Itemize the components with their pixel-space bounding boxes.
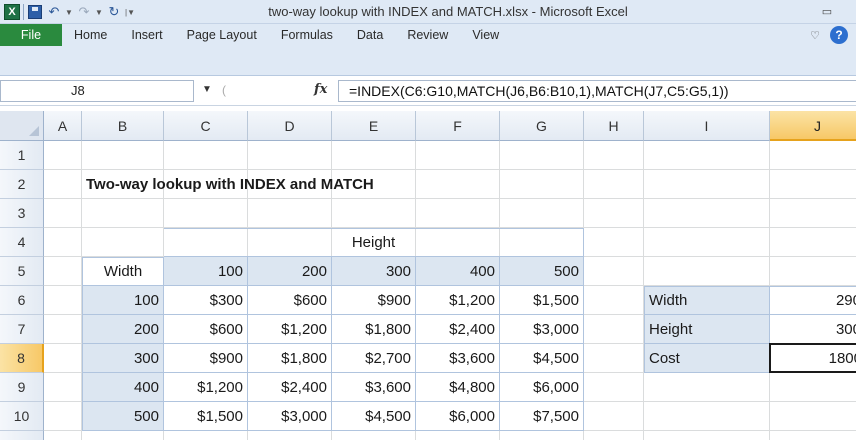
column-header-g[interactable]: G <box>500 111 584 141</box>
title-bar: X ↶ ▼ ↷ ▼ ↻ |▼ two-way lookup with INDEX… <box>0 0 856 24</box>
tab-review[interactable]: Review <box>395 24 460 46</box>
cost-cell[interactable]: $6,000 <box>500 373 584 402</box>
help-icon[interactable]: ? <box>830 26 848 44</box>
cost-cell[interactable]: $7,500 <box>500 402 584 431</box>
cost-cell[interactable]: $600 <box>248 286 332 315</box>
tab-view[interactable]: View <box>460 24 511 46</box>
cost-cell[interactable]: $3,000 <box>500 315 584 344</box>
column-header-e[interactable]: E <box>332 111 416 141</box>
tab-formulas[interactable]: Formulas <box>269 24 345 46</box>
width-value-cell[interactable]: 200 <box>82 315 164 344</box>
row-header-3[interactable]: 3 <box>0 199 44 228</box>
lookup-label-cell[interactable]: Width <box>644 286 770 315</box>
height-value-cell[interactable]: 200 <box>248 257 332 286</box>
cost-cell[interactable]: $2,400 <box>416 315 500 344</box>
column-header-j[interactable]: J <box>770 111 856 141</box>
name-box[interactable]: J8 <box>0 80 194 102</box>
width-value-cell[interactable]: 300 <box>82 344 164 373</box>
formula-bar: J8 ▼ ( fx =INDEX(C6:G10,MATCH(J6,B6:B10,… <box>0 76 856 106</box>
row-header-5[interactable]: 5 <box>0 257 44 286</box>
column-header-a[interactable]: A <box>44 111 82 141</box>
sheet-title: Two-way lookup with INDEX and MATCH <box>86 176 374 193</box>
ribbon-controls: ♡ ? <box>810 26 848 44</box>
cost-cell[interactable]: $1,200 <box>248 315 332 344</box>
height-value-cell[interactable]: 100 <box>164 257 248 286</box>
cost-cell[interactable]: $300 <box>164 286 248 315</box>
cost-cell[interactable]: $1,800 <box>248 344 332 373</box>
column-header-c[interactable]: C <box>164 111 248 141</box>
column-header-b[interactable]: B <box>82 111 164 141</box>
tab-page-layout[interactable]: Page Layout <box>175 24 269 46</box>
insert-function-icon[interactable]: fx <box>314 82 327 97</box>
select-all-button[interactable] <box>0 111 44 141</box>
height-value-cell[interactable]: 400 <box>416 257 500 286</box>
width-value-cell[interactable]: 400 <box>82 373 164 402</box>
formula-bar-expand-icon[interactable]: ( <box>222 82 238 98</box>
column-header-f[interactable]: F <box>416 111 500 141</box>
name-box-dropdown-icon[interactable]: ▼ <box>202 84 212 95</box>
cost-cell[interactable]: $4,500 <box>332 402 416 431</box>
cost-cell[interactable]: $3,600 <box>332 373 416 402</box>
cost-cell[interactable]: $6,000 <box>416 402 500 431</box>
column-header-h[interactable]: H <box>584 111 644 141</box>
height-value-cell[interactable]: 500 <box>500 257 584 286</box>
width-header[interactable]: Width <box>82 257 164 286</box>
cost-cell[interactable]: $1,500 <box>500 286 584 315</box>
ribbon-collapse-icon[interactable]: ♡ <box>810 29 820 42</box>
row-header-6[interactable]: 6 <box>0 286 44 315</box>
cost-cell[interactable]: $2,700 <box>332 344 416 373</box>
cost-cell[interactable]: $3,600 <box>416 344 500 373</box>
row-header-10[interactable]: 10 <box>0 402 44 431</box>
cost-cell[interactable]: $600 <box>164 315 248 344</box>
width-value-cell[interactable]: 500 <box>82 402 164 431</box>
active-cell-value[interactable]: 1800 <box>770 344 856 373</box>
row-header-2[interactable]: 2 <box>0 170 44 199</box>
cost-cell[interactable]: $1,200 <box>164 373 248 402</box>
row-header-4[interactable]: 4 <box>0 228 44 257</box>
cost-cell[interactable]: $4,500 <box>500 344 584 373</box>
cost-cell[interactable]: $4,800 <box>416 373 500 402</box>
lookup-label-cell[interactable]: Cost <box>644 344 770 373</box>
cost-cell[interactable]: $3,000 <box>248 402 332 431</box>
row-header-partial[interactable] <box>0 431 44 440</box>
height-header[interactable]: Height <box>164 228 584 257</box>
width-value-cell[interactable]: 100 <box>82 286 164 315</box>
lookup-label-cell[interactable]: Height <box>644 315 770 344</box>
lookup-value-cell[interactable]: 290 <box>770 286 856 315</box>
cost-cell[interactable]: $1,500 <box>164 402 248 431</box>
column-header-d[interactable]: D <box>248 111 332 141</box>
tab-data[interactable]: Data <box>345 24 395 46</box>
cost-cell[interactable]: $1,800 <box>332 315 416 344</box>
cost-cell[interactable]: $2,400 <box>248 373 332 402</box>
tab-file[interactable]: File <box>0 24 62 46</box>
row-header-7[interactable]: 7 <box>0 315 44 344</box>
minimize-ribbon-icon[interactable]: ▭ <box>820 6 834 18</box>
row-header-9[interactable]: 9 <box>0 373 44 402</box>
row-header-8[interactable]: 8 <box>0 344 44 373</box>
cost-cell[interactable]: $900 <box>164 344 248 373</box>
tab-home[interactable]: Home <box>62 24 119 46</box>
cost-cell[interactable]: $1,200 <box>416 286 500 315</box>
formula-input[interactable]: =INDEX(C6:G10,MATCH(J6,B6:B10,1),MATCH(J… <box>338 80 856 102</box>
window-title: two-way lookup with INDEX and MATCH.xlsx… <box>268 4 628 19</box>
lookup-value-cell[interactable]: 300 <box>770 315 856 344</box>
ribbon: File Home Insert Page Layout Formulas Data Rev… <box>0 24 856 76</box>
height-value-cell[interactable]: 300 <box>332 257 416 286</box>
row-header-1[interactable]: 1 <box>0 141 44 170</box>
cost-cell[interactable]: $900 <box>332 286 416 315</box>
column-header-i[interactable]: I <box>644 111 770 141</box>
tab-insert[interactable]: Insert <box>119 24 174 46</box>
ribbon-tabs: File Home Insert Page Layout Formulas Data Rev… <box>0 24 511 46</box>
